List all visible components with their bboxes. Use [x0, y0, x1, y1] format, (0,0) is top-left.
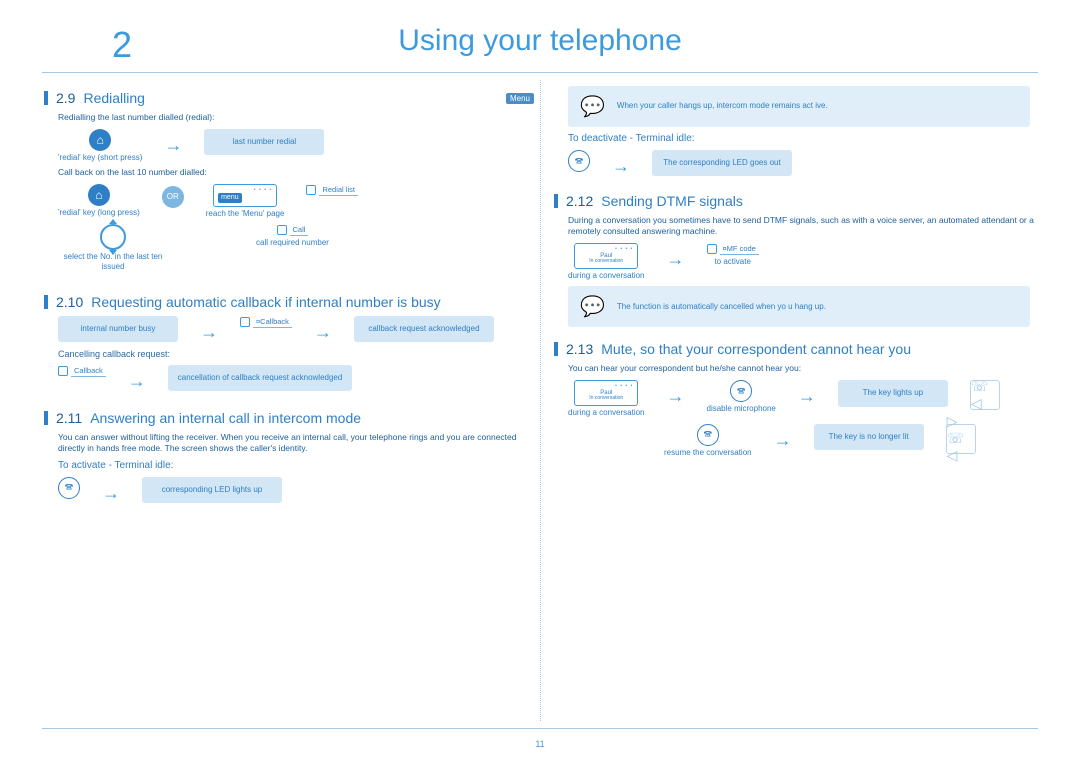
during-conv-caption: during a conversation — [568, 408, 645, 418]
activate-sub: To activate - Terminal idle: — [58, 460, 534, 471]
right-column: 💬 When your caller hangs up, intercom mo… — [554, 80, 1044, 731]
section-num: 2.11 — [56, 410, 82, 426]
led-off-stub: The corresponding LED goes out — [652, 150, 792, 176]
mute-key-icon: 🕿 — [568, 150, 590, 172]
phone-screen: • • • • Paul In conversation — [574, 243, 638, 269]
intercom-body: You can answer without lifting the recei… — [58, 432, 534, 454]
callback-10-intro: Call back on the last 10 number dialled: — [58, 167, 534, 178]
activate-caption: to activate — [714, 257, 750, 267]
resume-caption: resume the conversation — [664, 448, 752, 458]
mute-key-icon: 🕿 — [730, 380, 752, 402]
section-num: 2.9 — [56, 90, 75, 106]
intercom-hint: 💬 When your caller hangs up, intercom mo… — [568, 86, 1030, 127]
handset-indicator: ☏ ◁ — [970, 380, 1000, 410]
redial-long-caption: 'redial' key (long press) — [58, 208, 140, 218]
speech-bubble-icon: 💬 — [580, 294, 605, 319]
section-2-12-head: 2.12 Sending DTMF signals — [554, 193, 1044, 209]
divider-bottom — [42, 728, 1038, 729]
mute-body: You can hear your correspondent but he/s… — [568, 363, 1044, 374]
section-num: 2.13 — [566, 341, 593, 357]
key-lights-stub: The key lights up — [838, 380, 948, 406]
section-title: Answering an internal call in intercom m… — [90, 410, 361, 426]
left-column: 2.9 Redialling Menu Redialling the last … — [44, 80, 534, 731]
disable-mic-caption: disable microphone — [707, 404, 776, 414]
redial-key-icon: ⌂ — [88, 184, 110, 206]
menu-caption: reach the 'Menu' page — [206, 209, 285, 219]
mf-code-softkey: ¤MF code — [707, 243, 759, 255]
callback-cancel-softkey: Callback — [58, 365, 106, 377]
redial-intro: Redialling the last number dialled (redi… — [58, 112, 534, 123]
arrow-icon: → — [798, 386, 816, 407]
redial-list-softkey: Redial list — [306, 184, 358, 196]
menu-badge: Menu — [506, 93, 534, 104]
dtmf-hint: 💬 The function is automatically cancelle… — [568, 286, 1030, 327]
redial-key-icon: ⌂ — [89, 129, 111, 151]
chapter-title: Using your telephone — [0, 24, 1080, 58]
arrow-icon: → — [774, 430, 792, 451]
section-title: Redialling — [83, 90, 144, 106]
section-num: 2.10 — [56, 294, 83, 310]
arrow-icon: → — [164, 135, 182, 156]
last-number-stub: last number redial — [204, 129, 324, 155]
arrow-icon: → — [612, 156, 630, 177]
dtmf-body: During a conversation you sometimes have… — [568, 215, 1044, 237]
menu-screen: • • • • menu — [213, 184, 277, 207]
call-caption: call required number — [256, 238, 329, 248]
section-2-10-head: 2.10 Requesting automatic callback if in… — [44, 294, 534, 310]
speech-bubble-icon: 💬 — [580, 94, 605, 119]
phone-screen: • • • • Paul In conversation — [574, 380, 638, 406]
call-softkey: Call — [277, 224, 309, 236]
section-title: Sending DTMF signals — [601, 193, 743, 209]
callback-softkey: ¤Callback — [240, 316, 292, 328]
or-badge: OR — [162, 186, 184, 208]
arrow-icon: → — [128, 371, 146, 392]
section-2-9-head: 2.9 Redialling Menu — [44, 90, 534, 106]
arrow-icon: → — [102, 483, 120, 504]
redial-key-caption: 'redial' key (short press) — [58, 153, 142, 163]
cancel-ack-stub: cancellation of callback request acknowl… — [168, 365, 353, 391]
callback-ack-stub: callback request acknowledged — [354, 316, 494, 342]
arrow-icon: → — [200, 322, 218, 343]
mute-key-icon: 🕿 — [697, 424, 719, 446]
hint-text: When your caller hangs up, intercom mode… — [617, 101, 828, 111]
section-2-13-head: 2.13 Mute, so that your correspondent ca… — [554, 341, 1044, 357]
arrow-icon: → — [667, 386, 685, 407]
key-off-stub: The key is no longer lit — [814, 424, 924, 450]
section-num: 2.12 — [566, 193, 593, 209]
arrow-icon: → — [667, 249, 685, 270]
during-conv-caption: during a conversation — [568, 271, 645, 281]
mute-key-icon: 🕿 — [58, 477, 80, 499]
deactivate-sub: To deactivate - Terminal idle: — [568, 133, 1044, 144]
section-title: Requesting automatic callback if interna… — [91, 294, 440, 310]
cancel-callback-sub: Cancelling callback request: — [58, 349, 534, 359]
busy-stub: internal number busy — [58, 316, 178, 342]
arrow-icon: → — [314, 322, 332, 343]
led-on-stub: corresponding LED lights up — [142, 477, 282, 503]
section-2-11-head: 2.11 Answering an internal call in inter… — [44, 410, 534, 426]
divider-top — [42, 72, 1038, 73]
handset-indicator: ▷ ☏ ◁ — [946, 424, 976, 454]
hint-text: The function is automatically cancelled … — [617, 302, 826, 312]
column-divider — [540, 80, 541, 721]
section-title: Mute, so that your correspondent cannot … — [601, 341, 911, 357]
page-number: 11 — [0, 739, 1080, 749]
navigator-icon — [100, 224, 126, 250]
